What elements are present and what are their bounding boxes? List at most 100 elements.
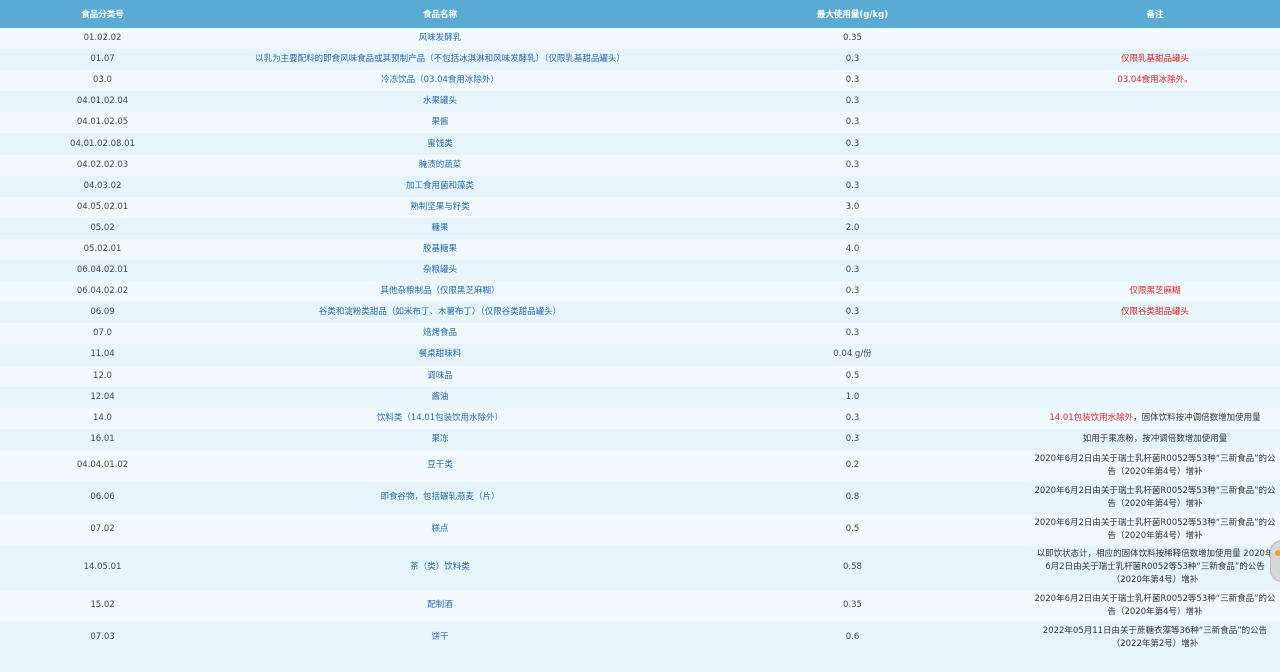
note-red-text: 14.01包装饮用水除外	[1049, 412, 1134, 423]
table-row: 04.01.02.05 果酱 0.3	[0, 112, 1280, 134]
table-row: 01.02.02 风味发酵乳 0.35	[0, 28, 1280, 50]
table-row: 16.01 果冻 0.3 如用于果冻粉，按冲调倍数增加使用量	[0, 428, 1280, 450]
cell-max-amount: 0.3	[675, 407, 1030, 429]
table-row: 04.02.02.03 腌渍的蔬菜 0.3	[0, 154, 1280, 176]
cell-food-name: 即食谷物，包括碾轧燕麦（片）	[205, 481, 675, 514]
cell-food-code: 06.09	[0, 302, 205, 324]
additive-usage-table: 食品分类号 食品名称 最大使用量(g/kg) 备注 01.02.02 风味发酵乳 0…	[0, 0, 1280, 654]
note-red-text: 仅限谷类甜品罐头	[1120, 307, 1189, 318]
header-code: 食品分类号	[0, 0, 205, 28]
cell-food-code: 11.04	[0, 344, 205, 366]
cell-max-amount: 0.8	[675, 481, 1030, 514]
cell-note	[1030, 175, 1280, 197]
cell-note: 仅限乳基甜品罐头	[1030, 49, 1280, 71]
table-row: 06.04.02.02 其他杂粮制品（仅限黑芝麻糊） 0.3 仅限黑芝麻糊	[0, 281, 1280, 303]
cell-note	[1030, 112, 1280, 134]
note-text: 如用于果冻粉，按冲调倍数增加使用量	[1082, 433, 1228, 444]
cell-max-amount: 0.5	[675, 513, 1030, 546]
cell-food-name: 配制酒	[205, 589, 675, 622]
note-text: 2020年6月2日由关于瑞士乳杆菌R0052等53种“三新食品”的公告（2020…	[1034, 593, 1276, 617]
cell-food-code: 01.02.02	[0, 28, 205, 50]
cell-food-name: 茶（类）饮料类	[205, 545, 675, 590]
cell-food-name: 调味品	[205, 365, 675, 387]
header-note: 备注	[1030, 0, 1280, 28]
table-body: 01.02.02 风味发酵乳 0.35 01.07 以乳为主要配料的即食风味食品或其预制…	[0, 28, 1280, 654]
cell-food-name: 餐桌甜味料	[205, 344, 675, 366]
cell-max-amount: 0.3	[675, 281, 1030, 303]
cell-food-name: 杂粮罐头	[205, 260, 675, 282]
cell-food-code: 07.0	[0, 323, 205, 345]
cell-food-name: 果酱	[205, 112, 675, 134]
table-row: 04.03.02 加工食用菌和藻类 0.3	[0, 175, 1280, 197]
cell-note	[1030, 323, 1280, 345]
cell-food-name: 饼干	[205, 621, 675, 654]
cell-food-code: 04.05.02.01	[0, 196, 205, 218]
cell-max-amount: 0.2	[675, 449, 1030, 482]
table-row: 07.03 饼干 0.6 2022年05月11日由关于蔗糖衣藻等36种“三新食品”的公…	[0, 621, 1280, 654]
table-row: 04.01.02.08.01 蜜饯类 0.3	[0, 133, 1280, 155]
cell-food-name: 糖果	[205, 217, 675, 239]
cell-food-name: 水果罐头	[205, 91, 675, 113]
cell-max-amount: 0.35	[675, 589, 1030, 622]
cell-max-amount: 0.6	[675, 621, 1030, 654]
table-row: 07.0 焙烤食品 0.3	[0, 323, 1280, 345]
note-red-text: 03.04食用冰除外。	[1117, 75, 1193, 86]
floating-widget-handle[interactable]	[1270, 540, 1280, 582]
table-row: 04.01.02.04 水果罐头 0.3	[0, 91, 1280, 113]
cell-food-code: 06.04.02.01	[0, 260, 205, 282]
cell-food-name: 其他杂粮制品（仅限黑芝麻糊）	[205, 281, 675, 303]
cell-note	[1030, 238, 1280, 261]
cell-food-name: 糕点	[205, 513, 675, 546]
cell-note	[1030, 154, 1280, 176]
cell-food-code: 04.01.02.04	[0, 91, 205, 113]
cell-food-code: 14.05.01	[0, 545, 205, 590]
cell-food-code: 04.01.02.05	[0, 112, 205, 134]
note-text: 2020年6月2日由关于瑞士乳杆菌R0052等53种“三新食品”的公告（2020…	[1034, 453, 1276, 477]
cell-note: 以即饮状态计，相应的固体饮料按稀释倍数增加使用量 2020年6月2日由关于瑞士乳…	[1030, 545, 1280, 590]
cell-max-amount: 0.3	[675, 323, 1030, 345]
cell-note	[1030, 133, 1280, 155]
table-row: 04.05.02.01 熟制坚果与籽类 3.0	[0, 196, 1280, 218]
cell-max-amount: 0.3	[675, 49, 1030, 71]
cell-food-code: 05.02.01	[0, 238, 205, 261]
table-row: 06.04.02.01 杂粮罐头 0.3	[0, 260, 1280, 282]
cell-food-name: 豆干类	[205, 449, 675, 482]
cell-note	[1030, 344, 1280, 366]
cell-food-code: 07.03	[0, 621, 205, 654]
header-name: 食品名称	[205, 0, 675, 28]
cell-food-code: 15.02	[0, 589, 205, 622]
cell-max-amount: 0.58	[675, 545, 1030, 590]
note-text: 2020年6月2日由关于瑞士乳杆菌R0052等53种“三新食品”的公告（2020…	[1034, 485, 1276, 509]
cell-note	[1030, 386, 1280, 408]
note-text: 2022年05月11日由关于蔗糖衣藻等36种“三新食品”的公告（2022年第2号…	[1042, 625, 1268, 649]
note-red-text: 仅限乳基甜品罐头	[1120, 54, 1189, 65]
table-row: 06.09 谷类和淀粉类甜品（如米布丁、木薯布丁）（仅限谷类甜品罐头） 0.3 仅限谷…	[0, 302, 1280, 324]
cell-max-amount: 0.35	[675, 28, 1030, 50]
table-row: 05.02 糖果 2.0	[0, 217, 1280, 239]
table-row: 12.04 酱油 1.0	[0, 386, 1280, 408]
widget-dot-icon	[1275, 550, 1280, 556]
cell-food-name: 风味发酵乳	[205, 28, 675, 50]
cell-max-amount: 0.3	[675, 91, 1030, 113]
cell-food-code: 03.0	[0, 70, 205, 92]
cell-food-code: 04.03.02	[0, 175, 205, 197]
cell-max-amount: 0.04 g/份	[675, 344, 1030, 366]
cell-max-amount: 0.3	[675, 154, 1030, 176]
cell-note	[1030, 196, 1280, 218]
cell-max-amount: 0.3	[675, 302, 1030, 324]
cell-food-name: 谷类和淀粉类甜品（如米布丁、木薯布丁）（仅限谷类甜品罐头）	[205, 302, 675, 324]
table-row: 15.02 配制酒 0.35 2020年6月2日由关于瑞士乳杆菌R0052等53种“三…	[0, 589, 1280, 622]
note-red-text: 仅限黑芝麻糊	[1129, 286, 1181, 297]
cell-food-name: 加工食用菌和藻类	[205, 175, 675, 197]
cell-food-code: 04.02.02.03	[0, 154, 205, 176]
cell-food-code: 16.01	[0, 428, 205, 450]
cell-food-code: 14.0	[0, 407, 205, 429]
cell-note	[1030, 260, 1280, 282]
cell-food-name: 果冻	[205, 428, 675, 450]
cell-food-name: 蜜饯类	[205, 133, 675, 155]
cell-food-name: 冷冻饮品（03.04食用冰除外）	[205, 70, 675, 92]
table-row: 11.04 餐桌甜味料 0.04 g/份	[0, 344, 1280, 366]
cell-max-amount: 0.3	[675, 428, 1030, 450]
cell-max-amount: 0.3	[675, 133, 1030, 155]
table-row: 06.06 即食谷物，包括碾轧燕麦（片） 0.8 2020年6月2日由关于瑞士乳杆菌R…	[0, 481, 1280, 514]
